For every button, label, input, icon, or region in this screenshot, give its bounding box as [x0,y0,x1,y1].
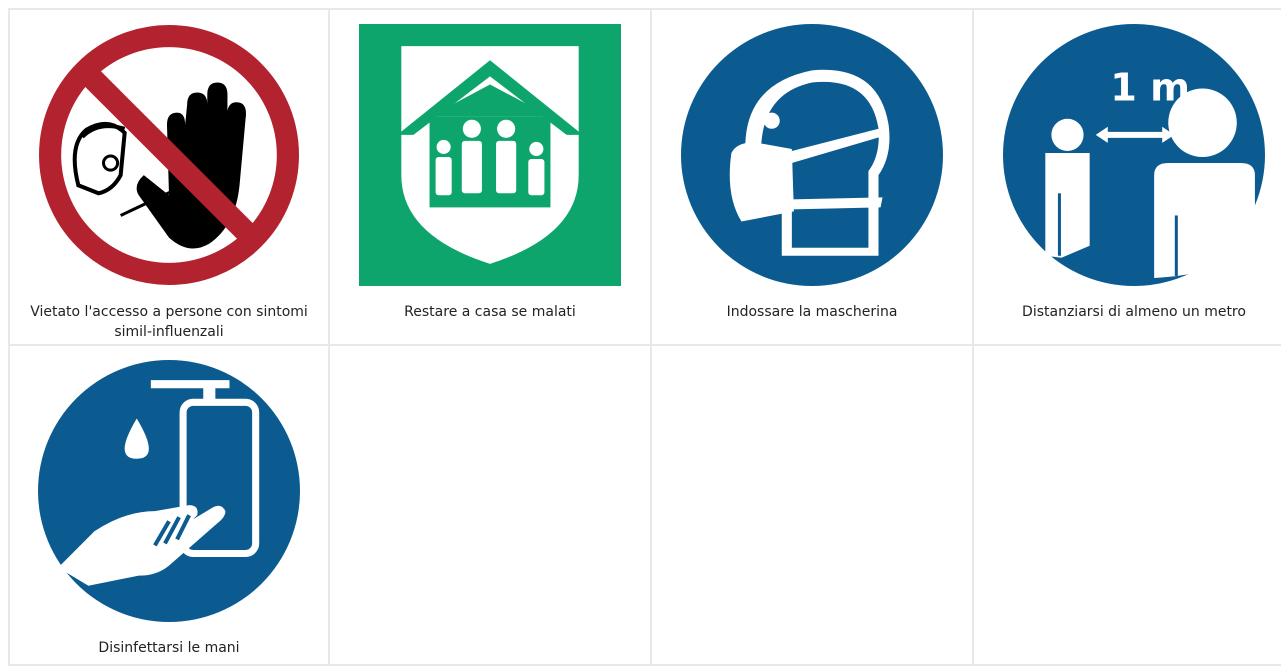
sign-caption: Distanziarsi di almeno un metro [1022,304,1246,320]
signs-grid: Vietato l'accesso a persone con sintomi … [8,8,1281,666]
sign-caption: Vietato l'accesso a persone con sintomi … [30,304,308,340]
empty-cell [974,346,1281,666]
sign-card-distance: 1 m Distanziarsi di almeno un metro [974,8,1281,346]
sign-card-stay-home: Restare a casa se malati [330,8,652,346]
stay-home-shelter-icon [359,24,621,286]
hand-sanitizer-icon [38,360,300,622]
no-entry-hand-icon [38,24,300,286]
sign-card-face-mask: Indossare la mascherina [652,8,974,346]
sign-caption: Restare a casa se malati [404,304,576,320]
sign-card-no-entry: Vietato l'accesso a persone con sintomi … [8,8,330,346]
sign-caption: Disinfettarsi le mani [98,640,240,656]
sign-card-sanitizer: Disinfettarsi le mani [8,346,330,666]
empty-cell [330,346,652,666]
social-distance-icon: 1 m [1003,24,1265,286]
sign-caption: Indossare la mascherina [726,304,898,320]
empty-cell [652,346,974,666]
face-mask-icon [681,24,943,286]
